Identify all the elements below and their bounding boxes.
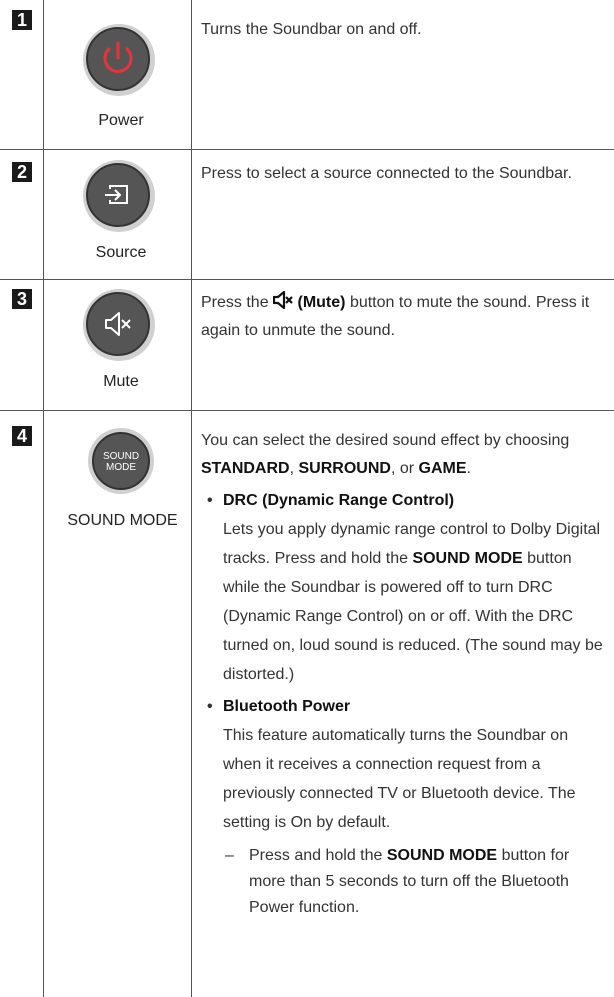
sound-mode-icon-text-line1: SOUND [102, 451, 140, 462]
mute-button-ring [83, 289, 155, 361]
row-number-badge: 1 [12, 10, 32, 30]
bullet-bluetooth-power: Bluetooth Power [201, 693, 606, 721]
button-label-power: Power [98, 112, 144, 129]
bullet-bluetooth-power-text: This feature automatically turns the Sou… [223, 727, 576, 831]
row-divider-2 [0, 279, 614, 280]
drc-text-post: button while the Soundbar is powered off… [223, 550, 603, 683]
bullet-bluetooth-power-title: Bluetooth Power [223, 698, 351, 715]
period: . [466, 460, 471, 477]
button-label-source: Source [95, 244, 147, 261]
button-label-mute: Mute [103, 373, 139, 390]
power-icon [103, 41, 133, 73]
source-input-icon [105, 185, 128, 204]
description-sound-mode: You can select the desired sound effect … [201, 427, 606, 921]
sound-mode-icon-text-line2: MODE [106, 462, 136, 473]
mute-desc-bold: (Mute) [297, 294, 346, 311]
row-divider-1 [0, 149, 614, 150]
mute-desc-pre: Press the [201, 294, 269, 311]
mute-inline-icon [272, 290, 293, 310]
sub-text-bold: SOUND MODE [386, 847, 498, 864]
row-number-badge: 3 [12, 289, 32, 309]
sub-text-pre: Press and hold the [249, 847, 383, 864]
separator: , or [390, 460, 415, 477]
option-game: GAME [418, 460, 467, 477]
sub-item-bluetooth-off: Press and hold the SOUND MODE button for… [201, 843, 606, 921]
sound-mode-button-ring: SOUND MODE [88, 428, 154, 494]
sound-mode-icon: SOUND MODE [94, 451, 148, 473]
sound-mode-button[interactable]: SOUND MODE [92, 432, 150, 490]
row-number-badge: 4 [12, 426, 32, 446]
sound-mode-intro: You can select the desired sound effect … [201, 427, 606, 483]
source-button[interactable] [86, 163, 150, 227]
option-standard: STANDARD [201, 460, 290, 477]
row-number-badge: 2 [12, 162, 32, 182]
source-button-ring [83, 160, 155, 232]
separator: , [289, 460, 295, 477]
description-source: Press to select a source connected to th… [201, 165, 572, 182]
power-button[interactable] [86, 27, 150, 91]
button-label-sound-mode: SOUND MODE [67, 512, 178, 529]
mute-icon [105, 312, 131, 336]
description-mute: Press the (Mute) button to mute the soun… [201, 289, 606, 345]
remote-buttons-table: 1 Power Turns the Soundbar on and off. 2 [0, 0, 614, 997]
option-surround: SURROUND [298, 460, 391, 477]
power-button-ring [83, 24, 155, 96]
description-power: Turns the Soundbar on and off. [201, 21, 422, 38]
intro-text: You can select the desired sound effect … [201, 432, 570, 449]
bullet-drc-text: Lets you apply dynamic range control to … [201, 515, 606, 689]
row-divider-3 [0, 410, 614, 411]
drc-text-bold: SOUND MODE [412, 550, 523, 567]
mute-button[interactable] [86, 292, 150, 356]
bullet-drc-title: DRC (Dynamic Range Control) [223, 492, 455, 509]
bullet-drc: DRC (Dynamic Range Control) [201, 487, 606, 515]
